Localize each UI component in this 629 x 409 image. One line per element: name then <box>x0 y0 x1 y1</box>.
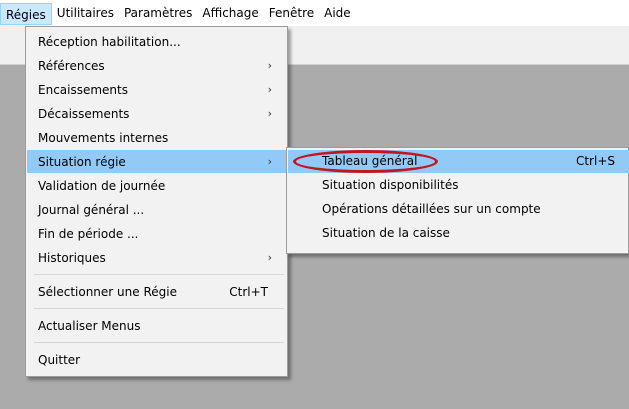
chevron-right-icon: › <box>267 155 272 168</box>
menu-item-label: Journal général ... <box>38 202 145 217</box>
menu-item-decaissements[interactable]: Décaissements › <box>27 102 286 125</box>
menu-separator <box>34 308 284 309</box>
menu-item-label: Historiques <box>38 250 106 265</box>
menu-item-shortcut: Ctrl+S <box>575 154 615 168</box>
menu-item-encaissements[interactable]: Encaissements › <box>27 78 286 101</box>
menu-utilitaires[interactable]: Utilitaires <box>52 0 119 26</box>
menu-bar: Régies Utilitaires Paramètres Affichage … <box>0 0 629 26</box>
menu-item-label: Tableau général <box>322 154 418 168</box>
menu-item-label: Validation de journée <box>38 178 166 193</box>
menu-item-label: Références <box>38 58 105 73</box>
menu-item-label: Encaissements <box>38 82 128 97</box>
menu-item-label: Actualiser Menus <box>38 318 141 333</box>
menu-item-label: Réception habilitation... <box>38 34 181 49</box>
chevron-right-icon: › <box>267 107 272 120</box>
menu-item-fin-periode[interactable]: Fin de période ... <box>27 222 286 245</box>
situation-regie-submenu: Tableau général Ctrl+S Situation disponi… <box>286 147 629 254</box>
menu-item-label: Quitter <box>38 352 81 367</box>
menu-item-label: Opérations détaillées sur un compte <box>322 202 541 216</box>
menu-item-validation-journee[interactable]: Validation de journée <box>27 174 286 197</box>
menu-item-mouvements-internes[interactable]: Mouvements internes <box>27 126 286 149</box>
chevron-right-icon: › <box>267 251 272 264</box>
menu-item-journal-general[interactable]: Journal général ... <box>27 198 286 221</box>
menu-separator <box>34 342 284 343</box>
menu-item-label: Situation de la caisse <box>322 226 450 240</box>
menu-item-label: Fin de période ... <box>38 226 139 241</box>
menu-item-situation-regie[interactable]: Situation régie › <box>27 150 286 173</box>
menu-item-label: Situation régie <box>38 154 126 169</box>
menu-item-label: Sélectionner une Régie <box>38 284 177 299</box>
menu-item-historiques[interactable]: Historiques › <box>27 246 286 269</box>
menu-item-selectionner-regie[interactable]: Sélectionner une Régie Ctrl+T <box>27 280 286 303</box>
submenu-item-tableau-general[interactable]: Tableau général Ctrl+S <box>288 150 629 173</box>
menu-item-reception-habilitation[interactable]: Réception habilitation... <box>27 30 286 53</box>
menu-item-label: Mouvements internes <box>38 130 169 145</box>
menu-regies[interactable]: Régies <box>0 3 52 25</box>
submenu-item-operations-detaillees[interactable]: Opérations détaillées sur un compte <box>288 198 629 221</box>
menu-item-label: Décaissements <box>38 106 130 121</box>
menu-parametres[interactable]: Paramètres <box>119 0 197 26</box>
menu-fenetre[interactable]: Fenêtre <box>264 0 319 26</box>
menu-aide[interactable]: Aide <box>319 0 356 26</box>
submenu-item-situation-caisse[interactable]: Situation de la caisse <box>288 222 629 245</box>
menu-item-references[interactable]: Références › <box>27 54 286 77</box>
menu-separator <box>34 274 284 275</box>
menu-item-label: Situation disponibilités <box>322 178 459 192</box>
chevron-right-icon: › <box>267 83 272 96</box>
menu-affichage[interactable]: Affichage <box>197 0 263 26</box>
regies-dropdown-menu: Réception habilitation... Références › E… <box>25 26 288 377</box>
chevron-right-icon: › <box>267 59 272 72</box>
submenu-item-situation-disponibilites[interactable]: Situation disponibilités <box>288 174 629 197</box>
menu-item-quitter[interactable]: Quitter <box>27 348 286 371</box>
menu-item-actualiser-menus[interactable]: Actualiser Menus <box>27 314 286 337</box>
menu-item-shortcut: Ctrl+T <box>229 284 268 299</box>
